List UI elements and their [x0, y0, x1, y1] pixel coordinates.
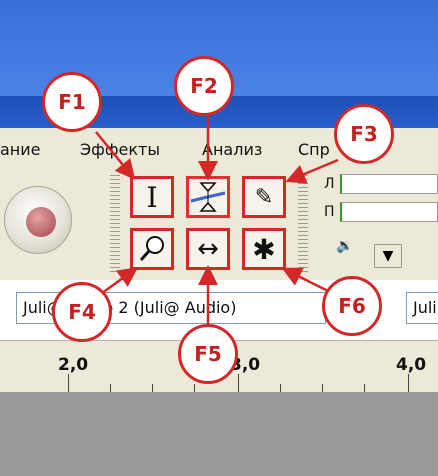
speaker-icon: 🔉 [336, 238, 354, 254]
ruler-label-4: 4,0 [396, 355, 427, 375]
ruler-tick [238, 374, 239, 392]
draw-tool-button[interactable]: ✎ [242, 176, 286, 218]
ruler-tick [364, 384, 365, 392]
callout-f3: F3 [334, 104, 394, 164]
chevron-down-icon: ▼ [382, 248, 394, 264]
callout-f6: F6 [322, 276, 382, 336]
ruler-tick [68, 374, 69, 392]
envelope-tool-button[interactable] [186, 176, 230, 218]
ruler-tick [194, 384, 195, 392]
callout-f1: F1 [42, 72, 102, 132]
ruler-tick [322, 384, 323, 392]
meter-right-label: П [324, 204, 335, 220]
magnifier-icon [139, 236, 164, 261]
asterisk-icon: ✱ [252, 232, 276, 266]
pencil-icon: ✎ [254, 184, 274, 210]
audio-device-right-value: Juli [413, 298, 437, 317]
ruler-tick [408, 374, 409, 392]
menu-item-analyze[interactable]: Анализ [202, 140, 262, 159]
record-icon [26, 207, 56, 237]
envelope-icon [190, 182, 226, 212]
timeshift-tool-button[interactable]: ↔ [186, 228, 230, 270]
ruler-tick [152, 384, 153, 392]
callout-f5: F5 [178, 324, 238, 384]
menu-item-edit-partial[interactable]: ание [0, 140, 41, 159]
volume-dropdown-button[interactable]: ▼ [374, 244, 402, 268]
ruler-tick [110, 384, 111, 392]
toolbar-grip-left[interactable] [110, 172, 120, 272]
meter-left-bar[interactable] [340, 174, 438, 194]
callout-f2: F2 [174, 56, 234, 116]
meter-right-bar[interactable] [340, 202, 438, 222]
menu-item-help-partial[interactable]: Спр [298, 140, 330, 159]
multi-tool-button[interactable]: ✱ [242, 228, 286, 270]
selection-icon: I [146, 180, 158, 214]
zoom-tool-button[interactable] [130, 228, 174, 270]
audio-device-select-right[interactable]: Juli [406, 292, 438, 324]
selection-tool-button[interactable]: I [130, 176, 174, 218]
menu-item-effects[interactable]: Эффекты [80, 140, 160, 159]
meter-left-label: Л [324, 176, 335, 192]
callout-f4: F4 [52, 282, 112, 342]
toolbar-grip-right[interactable] [298, 172, 308, 272]
ruler-tick [280, 384, 281, 392]
audacity-window-crop: ание Эффекты Анализ Спр I ✎ ↔ ✱ Л П 🔉 ▼ … [0, 0, 438, 476]
double-arrow-icon: ↔ [197, 234, 219, 264]
ruler-label-2: 2,0 [58, 355, 89, 375]
track-area[interactable] [0, 392, 438, 476]
